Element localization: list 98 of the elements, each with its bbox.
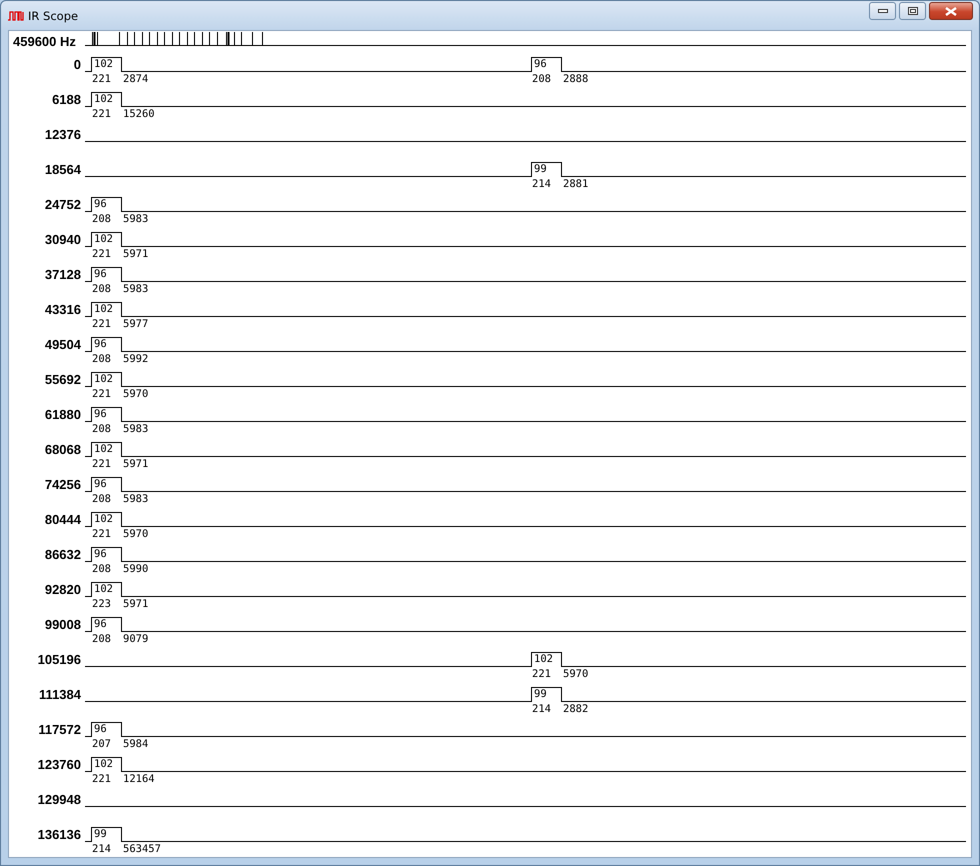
gap-duration: 5983 [123, 423, 148, 435]
pulse-duration: 207 [92, 738, 111, 750]
pulse: 99 [531, 687, 562, 702]
pulse: 102 [531, 652, 562, 667]
pulse: 99 [91, 827, 122, 842]
gap-duration: 5970 [563, 668, 588, 680]
gap-duration: 9079 [123, 633, 148, 645]
close-button[interactable] [929, 2, 973, 20]
time-label: 129948 [36, 791, 82, 809]
pulse: 96 [91, 407, 122, 422]
pulse-duration: 223 [92, 598, 111, 610]
time-label: 111384 [38, 686, 82, 704]
time-label: 37128 [44, 266, 82, 284]
pulse: 96 [91, 722, 122, 737]
minimize-button[interactable] [869, 2, 896, 20]
pulse-duration: 208 [92, 353, 111, 365]
pulse: 96 [531, 57, 562, 72]
close-icon [945, 6, 957, 16]
time-label: 61880 [44, 406, 82, 424]
pulse-duration: 214 [532, 703, 551, 715]
pulse: 99 [531, 162, 562, 177]
pulse: 96 [91, 547, 122, 562]
time-label: 68068 [44, 441, 82, 459]
gap-duration: 5971 [123, 598, 148, 610]
time-label: 86632 [44, 546, 82, 564]
gap-duration: 2888 [563, 73, 588, 85]
gap-duration: 5983 [123, 493, 148, 505]
maximize-button[interactable] [899, 2, 926, 20]
pulse: 102 [91, 582, 122, 597]
gap-duration: 15260 [123, 108, 155, 120]
pulse-duration: 208 [92, 283, 111, 295]
gap-duration: 5992 [123, 353, 148, 365]
time-label: 99008 [44, 616, 82, 634]
pulse-duration: 221 [92, 458, 111, 470]
pulse-duration: 221 [92, 73, 111, 85]
gap-duration: 563457 [123, 843, 161, 855]
gap-duration: 5971 [123, 458, 148, 470]
gap-duration: 5990 [123, 563, 148, 575]
pulse: 96 [91, 477, 122, 492]
pulse: 102 [91, 232, 122, 247]
pulse-duration: 208 [92, 493, 111, 505]
pulse: 96 [91, 617, 122, 632]
time-label: 117572 [37, 721, 82, 739]
pulse: 96 [91, 337, 122, 352]
gap-duration: 2882 [563, 703, 588, 715]
window-title: IR Scope [28, 8, 78, 22]
pulse-duration: 221 [92, 388, 111, 400]
pulse-duration: 208 [92, 633, 111, 645]
pulse-duration: 208 [92, 423, 111, 435]
pulse-duration: 221 [92, 248, 111, 260]
pulse: 102 [91, 372, 122, 387]
gap-duration: 5984 [123, 738, 148, 750]
time-label: 105196 [36, 651, 82, 669]
gap-duration: 5983 [123, 283, 148, 295]
pulse: 102 [91, 442, 122, 457]
time-label: 123760 [36, 756, 82, 774]
gap-duration: 12164 [123, 773, 155, 785]
time-label: 0 [72, 56, 82, 74]
time-label: 12376 [44, 126, 82, 144]
pulse-duration: 208 [92, 563, 111, 575]
gap-duration: 2881 [563, 178, 588, 190]
maximize-icon [908, 7, 918, 15]
minimize-icon [878, 9, 888, 13]
gap-duration: 5977 [123, 318, 148, 330]
time-label: 49504 [44, 336, 82, 354]
frequency-label: 459600 Hz [12, 34, 77, 49]
pulse: 102 [91, 92, 122, 107]
time-label: 92820 [44, 581, 82, 599]
time-label: 55692 [44, 371, 82, 389]
time-label: 80444 [44, 511, 82, 529]
pulse-duration: 208 [532, 73, 551, 85]
pulse: 96 [91, 267, 122, 282]
pulse: 102 [91, 57, 122, 72]
gap-duration: 5970 [123, 388, 148, 400]
time-label: 30940 [44, 231, 82, 249]
gap-duration: 5971 [123, 248, 148, 260]
square-wave-icon [8, 10, 24, 20]
pulse-duration: 221 [92, 773, 111, 785]
pulse-duration: 221 [532, 668, 551, 680]
pulse: 102 [91, 302, 122, 317]
pulse: 96 [91, 197, 122, 212]
time-label: 6188 [51, 91, 82, 109]
time-label: 136136 [36, 826, 82, 844]
pulse: 102 [91, 757, 122, 772]
time-label: 43316 [44, 301, 82, 319]
gap-duration: 5983 [123, 213, 148, 225]
pulse: 102 [91, 512, 122, 527]
pulse-duration: 221 [92, 318, 111, 330]
time-label: 24752 [44, 196, 82, 214]
gap-duration: 2874 [123, 73, 148, 85]
time-label: 74256 [44, 476, 82, 494]
gap-duration: 5970 [123, 528, 148, 540]
time-label: 18564 [44, 161, 82, 179]
pulse-duration: 221 [92, 528, 111, 540]
pulse-duration: 214 [532, 178, 551, 190]
pulse-duration: 214 [92, 843, 111, 855]
pulse-duration: 221 [92, 108, 111, 120]
pulse-duration: 208 [92, 213, 111, 225]
